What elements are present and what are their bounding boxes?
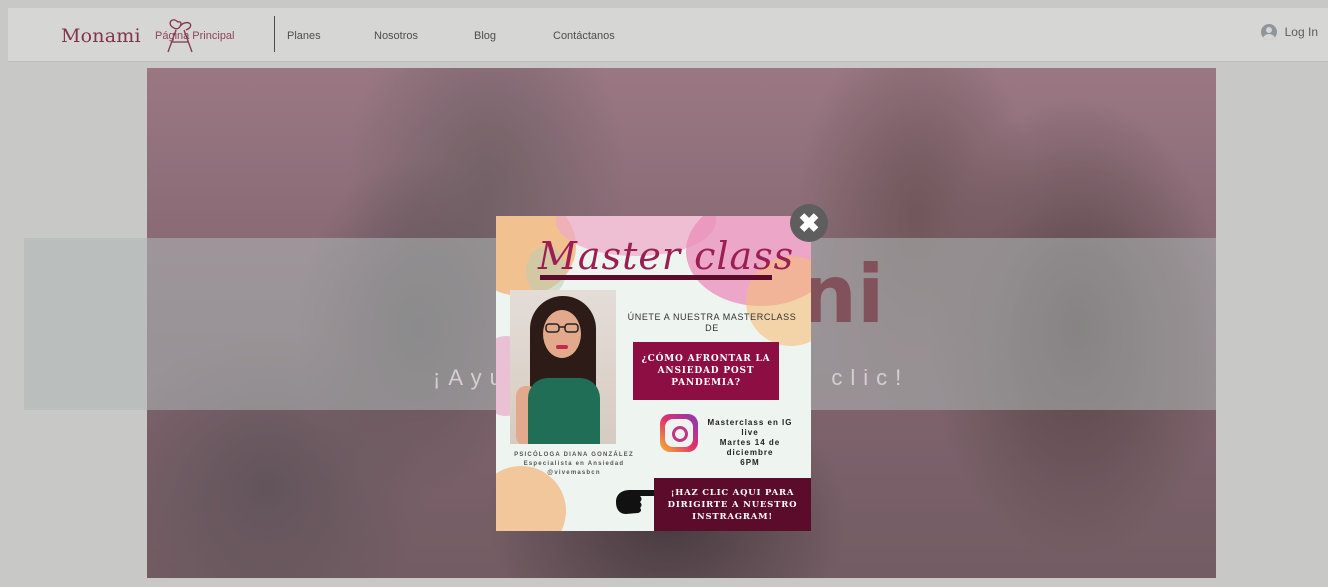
speaker-credits: PSICÓLOGA DIANA GONZÁLEZ Especialista en… [498, 451, 650, 478]
speaker-handle: @vivemasbcn [547, 470, 601, 476]
intro-text: ÚNETE A NUESTRA MASTERCLASS DE [627, 312, 797, 333]
ig-line: Masterclass en IG live [707, 418, 793, 437]
pointing-hand-icon [616, 490, 657, 514]
close-icon[interactable]: ✖ [790, 204, 828, 242]
heading-underline [540, 275, 772, 280]
masterclass-heading: Master class [538, 234, 795, 278]
ig-line: Martes 14 de diciembre [719, 438, 781, 457]
ig-line: 6PM [740, 458, 760, 467]
masterclass-popup[interactable]: Master class ÚNETE A NUESTRA MASTERCLASS… [496, 216, 811, 531]
speaker-name: PSICÓLOGA DIANA GONZÁLEZ [514, 452, 634, 458]
speaker-photo [510, 290, 616, 444]
instagram-cta-button[interactable]: ¡HAZ CLIC AQUI PARA DIRIGIRTE A NUESTRO … [654, 478, 811, 531]
ig-event-details: Masterclass en IG live Martes 14 de dici… [700, 418, 800, 468]
instagram-icon [660, 414, 698, 452]
speaker-role: Especialista en Ansiedad [523, 461, 625, 467]
question-box: ¿CÓMO AFRONTAR LA ANSIEDAD POST PANDEMIA… [633, 342, 779, 400]
